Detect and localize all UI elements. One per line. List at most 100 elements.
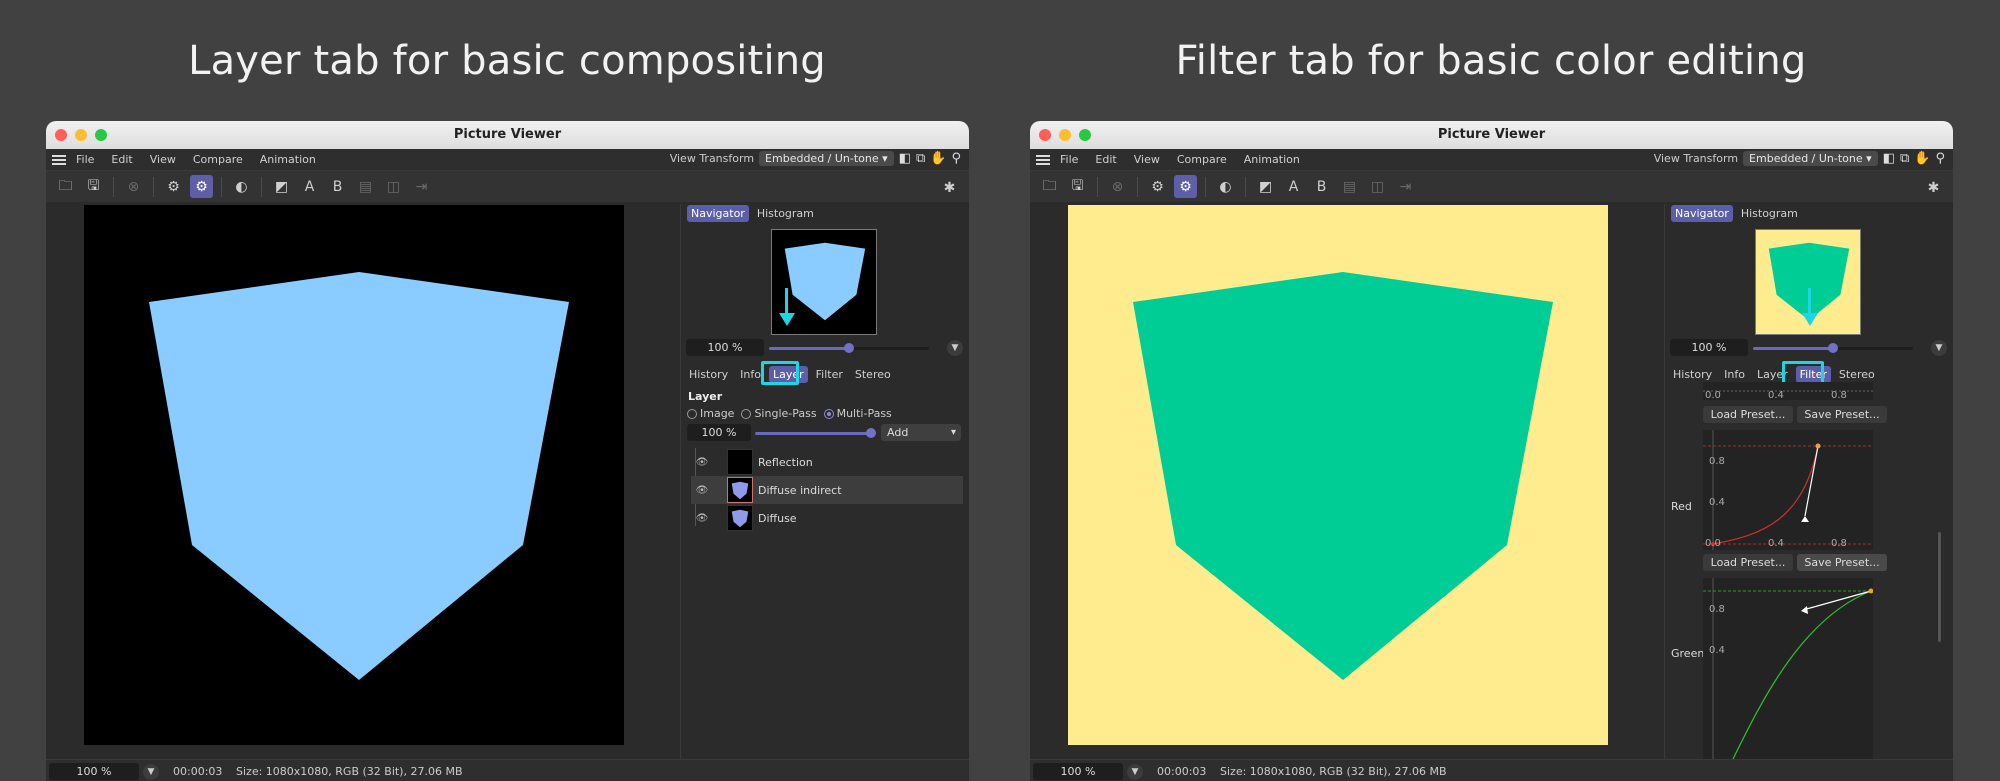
close-window-button[interactable]: [1039, 129, 1051, 141]
tab-histogram[interactable]: Histogram: [1737, 205, 1802, 222]
split-view-icon[interactable]: ◧: [899, 151, 911, 166]
zoom-window-button[interactable]: [95, 129, 107, 141]
save-icon[interactable]: 🖫: [82, 175, 105, 198]
layer-row-diffuse[interactable]: 👁 Diffuse: [691, 504, 963, 532]
render-region-icon[interactable]: ⚙: [190, 175, 213, 198]
eye-icon[interactable]: 👁: [695, 457, 709, 468]
open-folder-icon[interactable]: 🗀: [54, 175, 77, 198]
menu-compare[interactable]: Compare: [1177, 153, 1227, 166]
chevron-down-icon[interactable]: ▼: [143, 764, 159, 780]
compare-icon[interactable]: ◩: [1254, 175, 1277, 198]
contrast-icon[interactable]: ◐: [230, 175, 253, 198]
status-zoom-field[interactable]: 100 %: [1033, 763, 1123, 780]
compare-text-icon[interactable]: ▤: [354, 175, 377, 198]
compare-export-icon[interactable]: ⇥: [1394, 175, 1417, 198]
contrast-icon[interactable]: ◐: [1214, 175, 1237, 198]
navigator-zoom-field[interactable]: 100 %: [686, 339, 764, 356]
menu-edit[interactable]: Edit: [111, 153, 132, 166]
tab-stereo[interactable]: Stereo: [851, 366, 895, 383]
tab-navigator[interactable]: Navigator: [687, 205, 749, 222]
save-preset-button[interactable]: Save Preset...: [1797, 554, 1887, 571]
radio-multi-pass[interactable]: Multi-Pass: [823, 407, 892, 420]
compare-b-icon[interactable]: B: [1310, 175, 1333, 198]
layer-opacity-field[interactable]: 100 %: [687, 424, 751, 441]
tab-histogram[interactable]: Histogram: [753, 205, 818, 222]
view-transform-select[interactable]: Embedded / Un-tone: [1743, 151, 1878, 166]
annotation-highlight: [761, 361, 799, 385]
menu-file[interactable]: File: [1060, 153, 1078, 166]
navigator-zoom-slider[interactable]: [1753, 343, 1913, 353]
hand-icon[interactable]: ✋: [1914, 151, 1930, 166]
external-icon[interactable]: ⧉: [916, 151, 925, 166]
compare-layers-icon[interactable]: ◫: [382, 175, 405, 198]
render-region-icon[interactable]: ⚙: [1174, 175, 1197, 198]
compare-layers-icon[interactable]: ◫: [1366, 175, 1389, 198]
tab-stereo[interactable]: Stereo: [1835, 366, 1879, 383]
green-curve-editor[interactable]: [1703, 578, 1873, 759]
menu-edit[interactable]: Edit: [1095, 153, 1116, 166]
compare-a-icon[interactable]: A: [298, 175, 321, 198]
layer-row-reflection[interactable]: 👁 Reflection: [691, 448, 963, 476]
image-viewport[interactable]: [46, 204, 680, 759]
view-transform-select[interactable]: Embedded / Un-tone: [759, 151, 894, 166]
tab-history[interactable]: History: [685, 366, 732, 383]
red-curve-editor[interactable]: [1703, 430, 1873, 550]
chevron-down-icon[interactable]: ▼: [947, 340, 963, 356]
tab-history[interactable]: History: [1669, 366, 1716, 383]
content: Navigator Histogram 100 % ▼ History Info: [46, 204, 969, 759]
navigator-zoom-field[interactable]: 100 %: [1670, 339, 1748, 356]
blend-mode-select[interactable]: Add: [881, 424, 961, 441]
navigator-zoom-slider[interactable]: [769, 343, 929, 353]
menu-compare[interactable]: Compare: [193, 153, 243, 166]
pin-icon[interactable]: ⚲: [1935, 151, 1945, 166]
external-icon[interactable]: ⧉: [1900, 151, 1909, 166]
stop-icon[interactable]: ⊗: [1106, 175, 1129, 198]
chevron-down-icon[interactable]: ▼: [1127, 764, 1143, 780]
save-icon[interactable]: 🖫: [1066, 175, 1089, 198]
pin-icon[interactable]: ⚲: [951, 151, 961, 166]
split-view-icon[interactable]: ◧: [1883, 151, 1895, 166]
bug-icon[interactable]: ✱: [1922, 176, 1945, 199]
layer-row-diffuse-indirect[interactable]: 👁 Diffuse indirect: [691, 476, 963, 504]
status-zoom-field[interactable]: 100 %: [49, 763, 139, 780]
hamburger-menu-icon[interactable]: [1036, 154, 1050, 165]
close-window-button[interactable]: [55, 129, 67, 141]
layer-opacity-slider[interactable]: [755, 428, 876, 438]
load-preset-button[interactable]: Load Preset...: [1703, 406, 1793, 423]
menu-file[interactable]: File: [76, 153, 94, 166]
compare-text-icon[interactable]: ▤: [1338, 175, 1361, 198]
tab-navigator[interactable]: Navigator: [1671, 205, 1733, 222]
hand-icon[interactable]: ✋: [930, 151, 946, 166]
filter-scrollbar[interactable]: [1938, 532, 1941, 642]
menu-view[interactable]: View: [150, 153, 176, 166]
hamburger-menu-icon[interactable]: [52, 154, 66, 165]
load-preset-button[interactable]: Load Preset...: [1703, 554, 1793, 571]
stop-icon[interactable]: ⊗: [122, 175, 145, 198]
bug-icon[interactable]: ✱: [938, 176, 961, 199]
compare-export-icon[interactable]: ⇥: [410, 175, 433, 198]
image-viewport[interactable]: [1030, 204, 1664, 759]
tab-info[interactable]: Info: [1720, 366, 1749, 383]
open-folder-icon[interactable]: 🗀: [1038, 175, 1061, 198]
menu-animation[interactable]: Animation: [260, 153, 316, 166]
radio-single-pass[interactable]: Single-Pass: [741, 407, 817, 420]
zoom-window-button[interactable]: [1079, 129, 1091, 141]
slider-knob[interactable]: [866, 428, 876, 438]
slider-knob[interactable]: [844, 343, 854, 353]
compare-a-icon[interactable]: A: [1282, 175, 1305, 198]
render-settings-icon[interactable]: ⚙: [1146, 175, 1169, 198]
render-settings-icon[interactable]: ⚙: [162, 175, 185, 198]
chevron-down-icon[interactable]: ▼: [1931, 340, 1947, 356]
compare-icon[interactable]: ◩: [270, 175, 293, 198]
save-preset-button[interactable]: Save Preset...: [1797, 406, 1887, 423]
slider-knob[interactable]: [1828, 343, 1838, 353]
menu-view[interactable]: View: [1134, 153, 1160, 166]
eye-icon[interactable]: 👁: [695, 513, 709, 524]
tab-filter[interactable]: Filter: [812, 366, 847, 383]
eye-icon[interactable]: 👁: [695, 485, 709, 496]
compare-b-icon[interactable]: B: [326, 175, 349, 198]
menu-animation[interactable]: Animation: [1244, 153, 1300, 166]
minimize-window-button[interactable]: [1059, 129, 1071, 141]
radio-image[interactable]: Image: [687, 407, 734, 420]
minimize-window-button[interactable]: [75, 129, 87, 141]
